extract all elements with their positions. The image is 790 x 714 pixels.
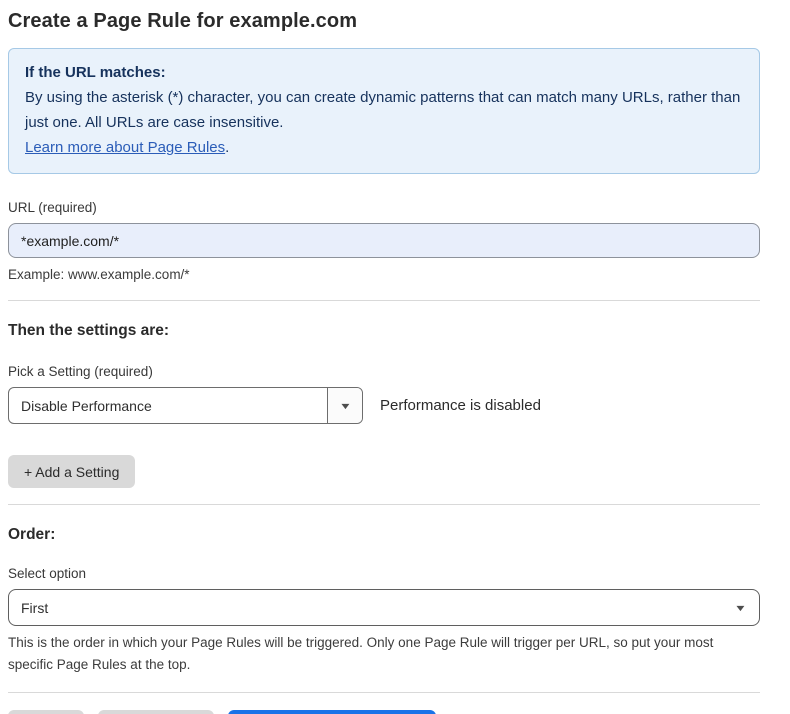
divider bbox=[8, 300, 760, 301]
page-title: Create a Page Rule for example.com bbox=[8, 10, 760, 33]
info-box-link-line: Learn more about Page Rules. bbox=[25, 135, 743, 160]
save-and-deploy-button[interactable]: Save and Deploy Page Rule bbox=[228, 710, 436, 714]
save-as-draft-button[interactable]: Save as Draft bbox=[98, 710, 215, 714]
add-setting-button[interactable]: + Add a Setting bbox=[8, 455, 135, 488]
order-description: This is the order in which your Page Rul… bbox=[8, 632, 753, 676]
pick-setting-label: Pick a Setting (required) bbox=[8, 364, 760, 379]
order-select-label: Select option bbox=[8, 566, 760, 581]
learn-more-link[interactable]: Learn more about Page Rules bbox=[25, 139, 225, 156]
cancel-button[interactable]: Cancel bbox=[8, 710, 84, 714]
setting-select-value: Disable Performance bbox=[9, 388, 327, 423]
info-box-body: By using the asterisk (*) character, you… bbox=[25, 85, 743, 135]
divider bbox=[8, 504, 760, 505]
footer-actions: Cancel Save as Draft Save and Deploy Pag… bbox=[8, 710, 760, 714]
url-input[interactable] bbox=[8, 223, 760, 258]
create-page-rule-panel: Create a Page Rule for example.com If th… bbox=[0, 0, 790, 714]
chevron-down-icon: ▼ bbox=[734, 603, 747, 613]
info-box-heading: If the URL matches: bbox=[25, 60, 743, 85]
url-match-info-box: If the URL matches: By using the asteris… bbox=[8, 48, 760, 174]
link-period: . bbox=[225, 139, 229, 156]
divider bbox=[8, 692, 760, 693]
setting-select[interactable]: Disable Performance ▼ bbox=[8, 387, 363, 424]
settings-section-heading: Then the settings are: bbox=[8, 322, 760, 340]
setting-row: Disable Performance ▼ Performance is dis… bbox=[8, 387, 760, 424]
setting-select-arrow-button[interactable]: ▼ bbox=[327, 388, 362, 423]
order-section-heading: Order: bbox=[8, 526, 760, 544]
order-select-value: First bbox=[21, 600, 736, 616]
setting-status-text: Performance is disabled bbox=[380, 397, 541, 414]
chevron-down-icon: ▼ bbox=[338, 401, 351, 411]
order-select[interactable]: First ▼ bbox=[8, 589, 760, 626]
url-example-text: Example: www.example.com/* bbox=[8, 267, 760, 282]
url-field-label: URL (required) bbox=[8, 200, 760, 215]
